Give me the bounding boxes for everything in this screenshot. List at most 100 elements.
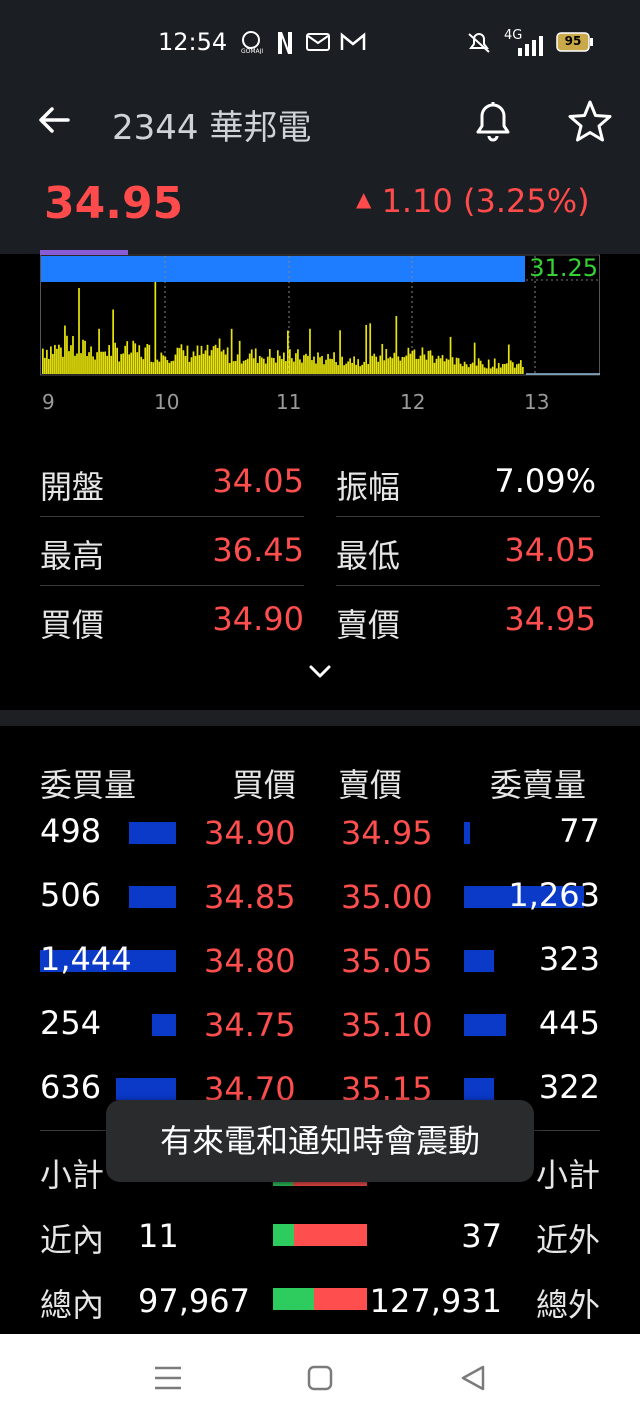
ask-volume-bar — [464, 1014, 506, 1036]
divider — [40, 516, 304, 517]
volume-bar — [461, 366, 464, 374]
volume-bar — [311, 360, 313, 374]
volume-bar — [511, 362, 514, 374]
orderbook-row: 506 34.85 35.00 1,263 — [0, 876, 640, 926]
menu-icon — [155, 1366, 181, 1390]
volume-bar — [58, 344, 60, 374]
volume-bar — [439, 358, 442, 374]
back-button[interactable] — [36, 100, 76, 140]
volume-bar — [379, 355, 382, 374]
volume-bar — [204, 350, 207, 374]
volume-bar — [417, 358, 420, 374]
near-in-label: 近內 — [40, 1221, 105, 1259]
current-price: 34.95 — [44, 178, 184, 229]
volume-bar — [190, 357, 193, 374]
volume-bar — [274, 362, 277, 374]
volume-bar — [108, 345, 110, 374]
volume-bar — [317, 352, 319, 374]
volume-bar — [373, 353, 376, 374]
volume-bar — [513, 367, 516, 374]
volume-bar — [82, 339, 84, 374]
netflix-icon — [276, 30, 294, 56]
ask-volume: 322 — [538, 1068, 600, 1106]
volume-bar — [519, 360, 522, 374]
volume-bar — [399, 360, 402, 374]
volume-bar — [397, 356, 400, 374]
volume-bar — [383, 360, 386, 374]
volume-bar — [477, 358, 480, 374]
volume-bar — [501, 364, 504, 374]
volume-bar — [335, 362, 337, 374]
volume-bar — [287, 330, 289, 374]
volume-bar — [509, 360, 512, 374]
expand-button[interactable] — [304, 658, 336, 686]
volume-bar — [285, 361, 287, 374]
volume-bar — [250, 349, 253, 374]
alert-button[interactable] — [470, 98, 516, 144]
volume-bar — [60, 347, 62, 374]
toast-message: 有來電和通知時會震動 — [159, 1122, 480, 1160]
volume-bar — [437, 355, 440, 374]
volume-bar — [158, 361, 161, 374]
volume-bar — [345, 363, 347, 374]
volume-bar — [186, 345, 189, 374]
volume-bar — [315, 363, 317, 374]
volume-bar — [220, 351, 223, 374]
volume-bar — [206, 344, 209, 374]
volume-bar — [427, 350, 430, 374]
volume-bar — [124, 345, 127, 374]
volume-bar — [228, 362, 231, 374]
stat-label: 振幅 — [336, 468, 401, 506]
volume-bar — [168, 362, 171, 374]
volume-bar — [198, 355, 201, 374]
volume-bar — [495, 368, 498, 374]
volume-bar — [244, 360, 247, 374]
volume-bar — [297, 349, 299, 374]
back-nav-button[interactable] — [458, 1364, 488, 1392]
bid-volume-bar — [152, 1014, 176, 1036]
volume-bar — [258, 355, 261, 374]
stat-value: 7.09% — [494, 462, 596, 500]
recents-button[interactable] — [152, 1364, 184, 1392]
divider — [40, 585, 304, 586]
home-button[interactable] — [306, 1364, 334, 1392]
x-tick: 11 — [276, 390, 302, 414]
mute-icon — [466, 32, 492, 54]
volume-bar — [313, 356, 315, 374]
volume-bar — [176, 347, 179, 374]
volume-bar — [74, 355, 76, 374]
x-tick: 12 — [400, 390, 426, 414]
volume-bar — [152, 362, 155, 374]
volume-bar — [423, 354, 426, 374]
volume-bar — [453, 364, 456, 374]
volume-bar — [118, 361, 121, 374]
volume-bar — [72, 336, 74, 374]
volume-bar — [479, 360, 482, 374]
volume-bar — [90, 346, 92, 374]
volume-bar — [371, 355, 374, 374]
favorite-button[interactable] — [566, 98, 614, 146]
volume-bar — [485, 368, 488, 374]
volume-bar — [222, 349, 225, 374]
ask-volume-bar — [464, 822, 470, 844]
battery-level: 95 — [564, 34, 582, 48]
volume-bar — [102, 351, 104, 374]
up-arrow-icon: ▲ — [356, 187, 372, 211]
volume-bar — [68, 351, 70, 374]
bell-icon — [476, 102, 510, 142]
volume-bar — [401, 357, 404, 374]
volume-bar — [303, 355, 305, 374]
volume-bar — [142, 359, 145, 374]
reference-price-label: 31.25 — [529, 254, 598, 282]
volume-bar — [64, 325, 66, 374]
section-separator — [0, 710, 640, 726]
volume-bar — [56, 348, 58, 374]
volume-bar — [299, 359, 301, 374]
volume-bar — [246, 358, 249, 374]
volume-bar — [66, 335, 68, 374]
volume-bar — [451, 357, 454, 374]
volume-bar — [146, 343, 149, 374]
volume-bar — [521, 366, 524, 374]
stat-value: 34.05 — [504, 531, 596, 569]
volume-bar — [291, 358, 293, 374]
